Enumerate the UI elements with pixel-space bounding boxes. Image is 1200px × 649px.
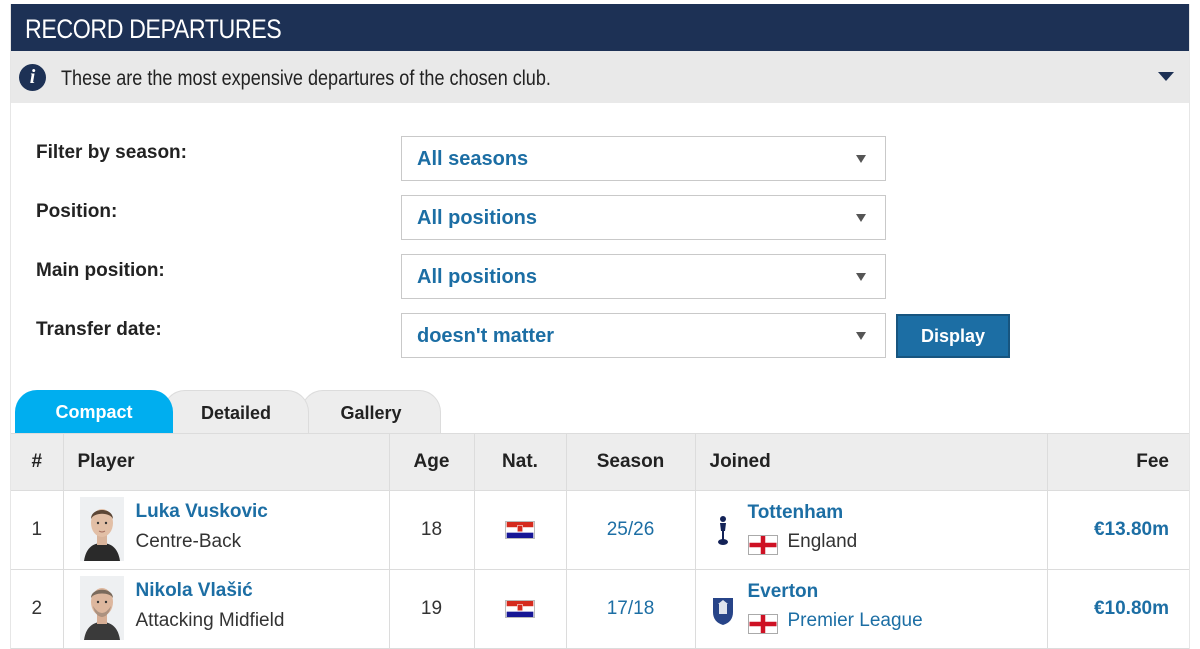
- age-cell: 18: [388, 490, 474, 570]
- league-link[interactable]: Premier League: [788, 610, 923, 632]
- column-header-nationality[interactable]: Nat.: [473, 433, 566, 491]
- info-text: These are the most expensive departures …: [61, 67, 551, 90]
- column-header-player[interactable]: Player: [62, 433, 389, 491]
- table-row: 1 Luka Vuskovic Centre-Back 18 25/26 Tot…: [11, 490, 1189, 570]
- player-cell: Nikola Vlašić Attacking Midfield: [62, 569, 389, 649]
- table-row: 2 Nikola Vlašić Attacking Midfield 19 17…: [11, 569, 1189, 649]
- season-select[interactable]: All seasons: [401, 136, 886, 181]
- player-name-link[interactable]: Luka Vuskovic: [136, 501, 268, 523]
- fee-cell: €13.80m: [1046, 490, 1189, 570]
- fee-cell: €10.80m: [1046, 569, 1189, 649]
- filter-main-position-label: Main position:: [36, 260, 165, 281]
- season-cell: 17/18: [565, 569, 695, 649]
- dropdown-arrow-icon: [856, 273, 866, 281]
- fee-link[interactable]: €10.80m: [1094, 598, 1169, 619]
- england-flag-icon: [747, 535, 778, 555]
- player-name-link[interactable]: Nikola Vlašić: [136, 580, 253, 602]
- dropdown-arrow-icon: [856, 332, 866, 340]
- transfer-date-select-value: doesn't matter: [417, 325, 555, 347]
- season-select-value: All seasons: [417, 148, 529, 170]
- season-cell: 25/26: [565, 490, 695, 570]
- column-header-joined[interactable]: Joined: [694, 433, 1047, 491]
- column-header-fee[interactable]: Fee: [1046, 433, 1189, 491]
- filter-transfer-date-label: Transfer date:: [36, 319, 162, 340]
- fee-link[interactable]: €13.80m: [1094, 519, 1169, 540]
- filter-season-label: Filter by season:: [36, 142, 187, 163]
- table-header-row: # Player Age Nat. Season Joined Fee: [11, 433, 1189, 491]
- column-header-season[interactable]: Season: [565, 433, 695, 491]
- view-tabs: Compact Detailed Gallery: [11, 390, 1189, 433]
- dropdown-arrow-icon: [856, 214, 866, 222]
- tottenham-crest-icon[interactable]: [710, 513, 736, 547]
- player-portrait[interactable]: [79, 497, 124, 561]
- nationality-cell: [473, 490, 566, 570]
- display-button[interactable]: Display: [896, 314, 1010, 358]
- chevron-down-icon[interactable]: [1158, 72, 1174, 81]
- position-select-value: All positions: [417, 207, 537, 229]
- widget-header: RECORD DEPARTURES: [11, 4, 1189, 51]
- season-link[interactable]: 25/26: [607, 519, 655, 540]
- departures-table: # Player Age Nat. Season Joined Fee 1 Lu…: [11, 433, 1189, 649]
- column-header-rank: #: [11, 433, 63, 491]
- main-position-select[interactable]: All positions: [401, 254, 886, 299]
- info-bar[interactable]: i These are the most expensive departure…: [11, 51, 1189, 103]
- joined-cell: Tottenham England: [694, 490, 1047, 570]
- filter-position-label: Position:: [36, 201, 118, 222]
- tab-gallery[interactable]: Gallery: [301, 390, 441, 433]
- dropdown-arrow-icon: [856, 155, 866, 163]
- widget-title: RECORD DEPARTURES: [25, 14, 282, 44]
- season-link[interactable]: 17/18: [607, 598, 655, 619]
- everton-crest-icon[interactable]: [710, 592, 736, 626]
- age-cell: 19: [388, 569, 474, 649]
- main-position-select-value: All positions: [417, 266, 537, 288]
- player-portrait[interactable]: [79, 576, 124, 640]
- croatia-flag-icon: [505, 520, 535, 539]
- info-icon: i: [19, 64, 46, 91]
- croatia-flag-icon: [505, 599, 535, 618]
- club-name-link[interactable]: Everton: [748, 581, 819, 603]
- tab-compact[interactable]: Compact: [15, 390, 173, 433]
- record-departures-widget: RECORD DEPARTURES i These are the most e…: [10, 4, 1190, 649]
- club-country: England: [787, 531, 858, 552]
- player-cell: Luka Vuskovic Centre-Back: [62, 490, 389, 570]
- player-position: Attacking Midfield: [135, 610, 285, 631]
- rank-cell: 1: [11, 490, 63, 570]
- england-flag-icon: [747, 614, 778, 634]
- position-select[interactable]: All positions: [401, 195, 886, 240]
- nationality-cell: [473, 569, 566, 649]
- rank-cell: 2: [11, 569, 63, 649]
- tab-detailed[interactable]: Detailed: [163, 390, 309, 433]
- player-position: Centre-Back: [135, 531, 242, 552]
- club-name-link[interactable]: Tottenham: [748, 502, 844, 524]
- joined-cell: Everton Premier League: [694, 569, 1047, 649]
- column-header-age[interactable]: Age: [388, 433, 474, 491]
- transfer-date-select[interactable]: doesn't matter: [401, 313, 886, 358]
